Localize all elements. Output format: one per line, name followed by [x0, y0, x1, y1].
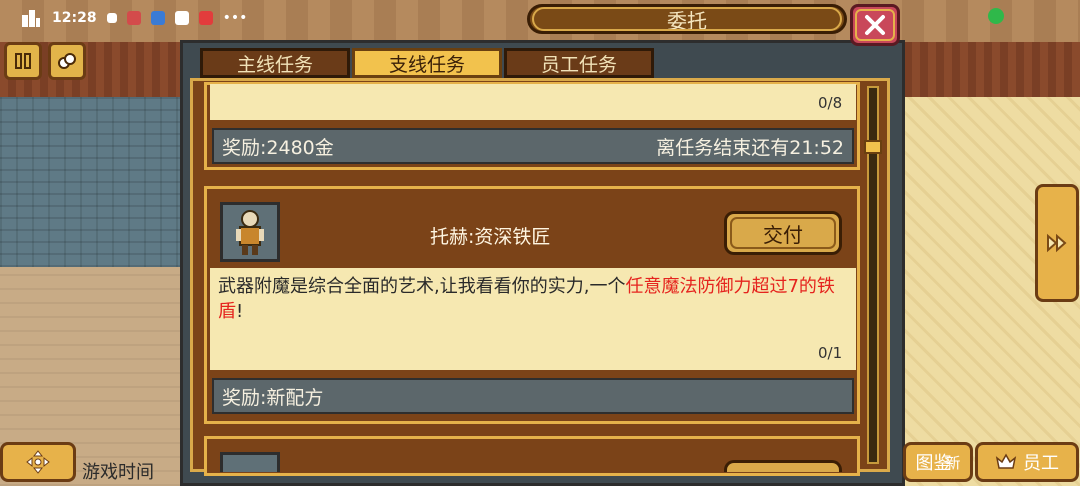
npc-name: 托赫:资深铁匠 — [430, 226, 551, 248]
staff-button[interactable]: 员工 — [975, 442, 1079, 482]
blacksmith-avatar-icon — [236, 210, 264, 255]
catalog-button[interactable]: 图鉴 新 — [903, 442, 973, 482]
app-icon — [150, 11, 165, 25]
materials-button[interactable] — [48, 42, 86, 80]
quest-progress: 0/1 — [818, 344, 843, 362]
npc-portrait — [220, 202, 280, 262]
close-button[interactable] — [850, 4, 900, 46]
reward-bar: 奖励:新配方 — [212, 378, 854, 414]
tab-main-quests[interactable]: 主线任务 — [200, 48, 350, 78]
pause-icon — [15, 53, 31, 69]
description-end: ! — [236, 301, 244, 322]
expand-side-button[interactable] — [1035, 184, 1079, 302]
scrollbar-thumb[interactable] — [864, 140, 882, 154]
ore-icon — [58, 53, 76, 69]
shop-building-icon — [22, 10, 40, 27]
quest-description: 武器附魔是综合全面的艺术,让我看看你的实力,一个任意魔法防御力超过7的铁盾! — [218, 274, 848, 324]
pause-button[interactable] — [4, 42, 42, 80]
reward-bar: 奖励:2480金 离任务结束还有21:52 — [212, 128, 854, 164]
app-icon — [198, 11, 213, 25]
game-time-label: 游戏时间 — [82, 462, 154, 483]
link-icon — [106, 13, 117, 23]
quest-progress: 0/8 — [818, 94, 843, 112]
move-arrows-icon — [26, 450, 50, 474]
quest-tabs: 主线任务 支线任务 员工任务 — [200, 48, 654, 78]
status-time: 12:28 — [52, 10, 97, 26]
more-dots-icon: ••• — [222, 10, 248, 26]
tab-label: 主线任务 — [236, 53, 313, 76]
crown-icon — [995, 453, 1017, 469]
npc-portrait — [220, 452, 280, 472]
staff-label: 员工 — [1023, 453, 1059, 474]
mic-indicator-icon — [988, 8, 1004, 24]
time-remaining: 离任务结束还有21:52 — [656, 136, 844, 159]
dialog-title-text: 委托 — [667, 8, 707, 33]
dialog-title: 委托 — [527, 4, 847, 34]
tab-label: 员工任务 — [540, 53, 617, 76]
tab-staff-quests[interactable]: 员工任务 — [504, 48, 654, 78]
background-stone-floor — [0, 97, 180, 267]
notification-icon — [126, 11, 141, 25]
double-chevron-right-icon — [1047, 233, 1067, 253]
close-icon — [865, 15, 885, 35]
quest-description-area — [210, 84, 856, 120]
description-text: 武器附魔是综合全面的艺术,让我看看你的实力,一个 — [218, 276, 626, 297]
reward-text: 奖励:新配方 — [222, 386, 324, 409]
new-badge: 新 — [945, 453, 961, 472]
move-button[interactable] — [0, 442, 76, 482]
deliver-button-label: 交付 — [763, 222, 803, 247]
deliver-button[interactable] — [724, 460, 842, 472]
status-bar: 12:28 ••• — [0, 0, 320, 36]
app-icon — [174, 11, 189, 25]
reward-text: 奖励:2480金 — [222, 136, 334, 159]
deliver-button[interactable]: 交付 — [724, 211, 842, 255]
tab-label: 支线任务 — [388, 53, 465, 76]
tab-side-quests[interactable]: 支线任务 — [352, 48, 502, 78]
